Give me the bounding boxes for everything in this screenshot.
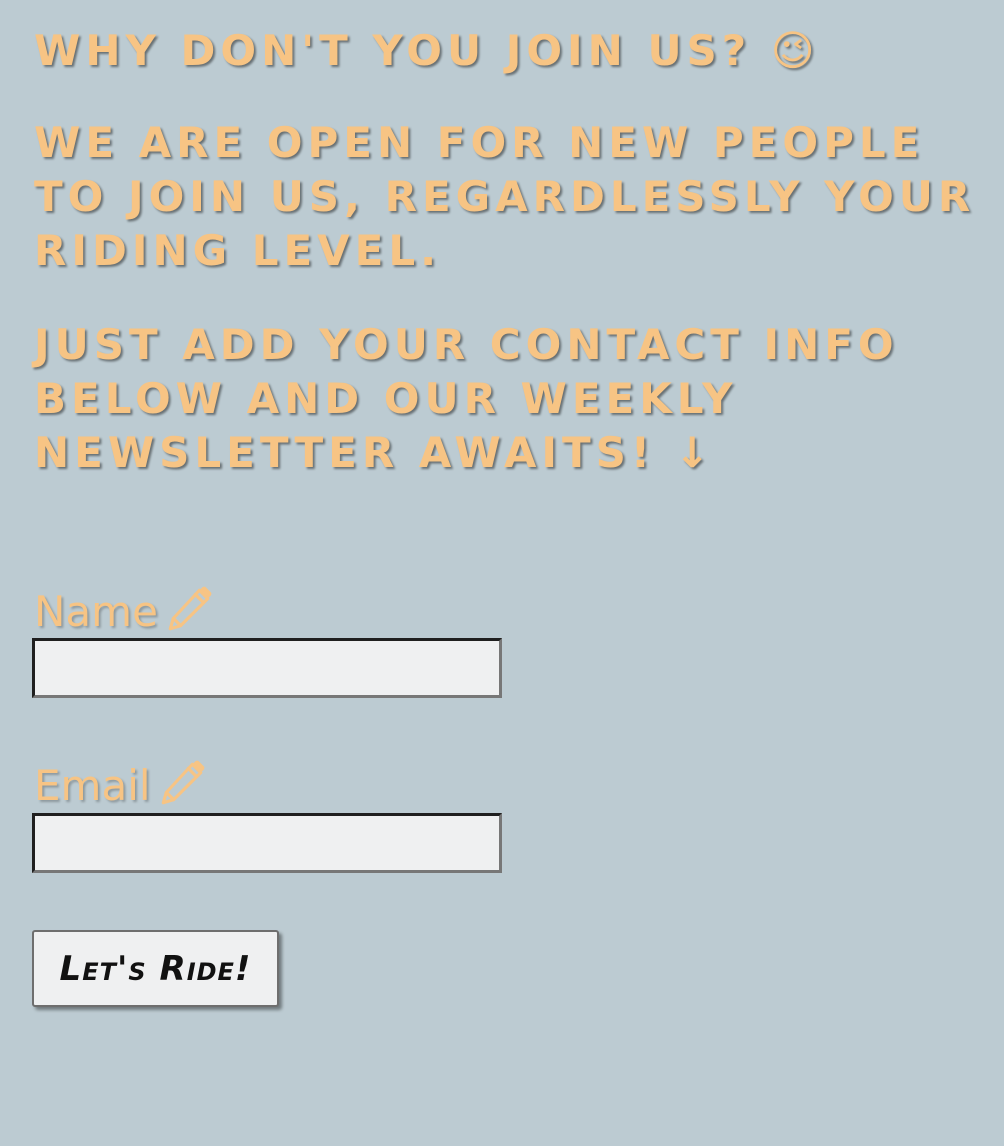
page-title: Why don't you join us? 😉: [34, 24, 820, 78]
name-label: Name: [34, 584, 214, 645]
cta-line: Just add your contact info: [34, 320, 899, 369]
call-to-action-text: Just add your contact info below and our…: [34, 318, 899, 480]
name-input[interactable]: [32, 638, 502, 698]
email-input[interactable]: [32, 813, 502, 873]
cta-line: below and our weekly: [34, 374, 738, 423]
pencil-icon: [164, 584, 214, 645]
cta-line: newsletter awaits! ↓: [34, 426, 899, 480]
intro-line: We are open for new people: [34, 118, 925, 167]
name-label-text: Name: [34, 587, 158, 636]
intro-text: We are open for new people to join us, r…: [34, 116, 975, 278]
arrow-down-icon: ↓: [674, 428, 715, 477]
pencil-icon: [157, 758, 207, 819]
title-text: Why don't you join us?: [34, 26, 752, 75]
cta-line-text: newsletter awaits!: [34, 428, 656, 477]
email-label: Email: [34, 758, 207, 819]
winking-face-icon: 😉: [770, 26, 820, 75]
email-label-text: Email: [34, 761, 151, 810]
intro-line: to join us, regardlessly your: [34, 172, 976, 221]
lets-ride-button[interactable]: Let's Ride!: [32, 930, 279, 1007]
intro-line: riding level.: [34, 226, 442, 275]
